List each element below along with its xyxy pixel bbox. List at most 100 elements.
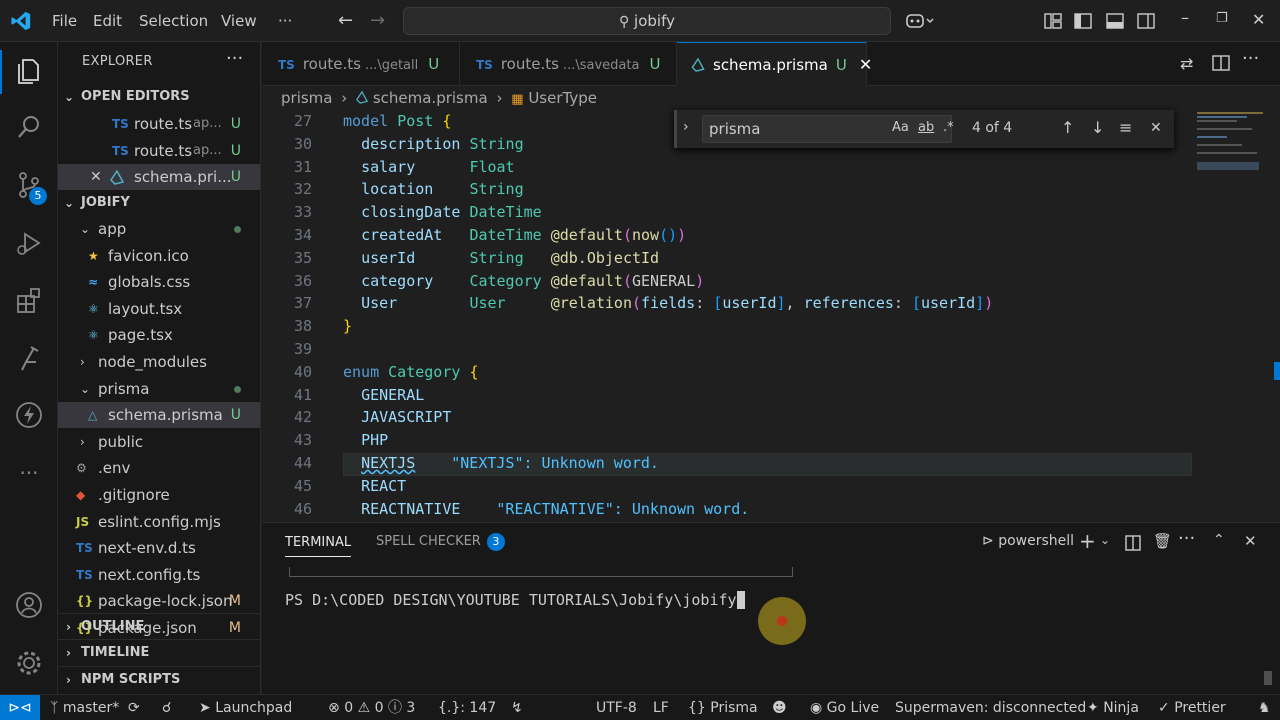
menu-selection[interactable]: Selection bbox=[139, 0, 208, 42]
tree-item[interactable]: ⌄ prisma bbox=[58, 376, 260, 402]
explorer-more-actions-icon[interactable]: ··· bbox=[226, 48, 243, 69]
panel-more-actions-icon[interactable]: ··· bbox=[1178, 528, 1195, 549]
copilot-icon[interactable] bbox=[905, 11, 935, 31]
tab-terminal[interactable]: TERMINAL bbox=[285, 535, 352, 557]
accounts-icon[interactable] bbox=[14, 590, 44, 620]
minimap[interactable] bbox=[1192, 110, 1280, 522]
maximize-panel-icon[interactable]: ⌃ bbox=[1213, 532, 1225, 548]
open-changes-icon[interactable]: ⇄ bbox=[1180, 54, 1193, 73]
tree-item[interactable]: JS eslint.config.mjs bbox=[58, 509, 260, 535]
close-window-icon[interactable]: ✕ bbox=[1252, 10, 1265, 29]
toggle-secondary-sidebar-icon[interactable] bbox=[1136, 11, 1156, 31]
code-line[interactable]: createdAt DateTime @default(now()) bbox=[343, 226, 686, 244]
extensions-icon[interactable] bbox=[14, 286, 44, 316]
code-line[interactable]: REACTNATIVE "REACTNATIVE": Unknown word. bbox=[343, 500, 749, 518]
npm-scripts-section[interactable]: › NPM SCRIPTS bbox=[58, 666, 260, 692]
tree-item[interactable]: TS next.config.ts bbox=[58, 562, 260, 588]
code-line[interactable]: } bbox=[343, 317, 352, 335]
kill-terminal-trash-icon[interactable]: 🗑 bbox=[1153, 532, 1172, 550]
menu-view[interactable]: View bbox=[221, 0, 257, 42]
supermaven-status[interactable]: Supermaven: disconnected bbox=[895, 695, 1086, 720]
previous-match-icon[interactable]: ↑ bbox=[1061, 118, 1074, 137]
close-panel-icon[interactable]: ✕ bbox=[1244, 532, 1257, 550]
tree-item[interactable]: △ schema.prisma U bbox=[58, 402, 260, 429]
tree-item[interactable]: ⌄ app bbox=[58, 216, 260, 242]
tab-schema-prisma[interactable]: schema.prisma U ✕ bbox=[677, 42, 872, 86]
open-editors-section[interactable]: ⌄ OPEN EDITORS bbox=[58, 84, 260, 110]
run-debug-icon[interactable] bbox=[14, 228, 44, 258]
code-editor[interactable]: 27 model Post {30 description String 31 sa… bbox=[262, 110, 1192, 522]
go-live[interactable]: ◉ Go Live bbox=[810, 695, 879, 720]
code-line[interactable]: model Post { bbox=[343, 112, 451, 130]
menu-more[interactable]: ··· bbox=[278, 0, 292, 42]
toggle-replace-icon[interactable]: › bbox=[683, 119, 689, 135]
ninja[interactable]: ✦ Ninja bbox=[1087, 695, 1139, 720]
copilot-status-icon[interactable]: ☻ bbox=[772, 695, 787, 720]
settings-gear-icon[interactable] bbox=[14, 648, 44, 678]
use-regex-icon[interactable]: .* bbox=[943, 120, 954, 135]
code-line[interactable]: category Category @default(GENERAL) bbox=[343, 272, 704, 290]
split-terminal-icon[interactable] bbox=[1125, 535, 1141, 551]
minimize-window-icon[interactable]: – bbox=[1181, 8, 1189, 27]
tree-item[interactable]: ★ favicon.ico bbox=[58, 243, 260, 269]
close-editor-icon[interactable]: ✕ bbox=[90, 164, 102, 190]
end-of-line[interactable]: LF bbox=[653, 695, 669, 720]
code-line[interactable]: JAVASCRIPT bbox=[343, 408, 451, 426]
explorer-icon[interactable] bbox=[14, 56, 44, 86]
notifications-bell-icon[interactable]: ♞ bbox=[1258, 695, 1271, 720]
tab-spell-checker[interactable]: SPELL CHECKER 3 bbox=[376, 533, 505, 551]
back-arrow-icon[interactable]: ← bbox=[338, 10, 353, 31]
language-mode[interactable]: {} Prisma bbox=[688, 695, 758, 720]
breadcrumb-folder[interactable]: prisma bbox=[281, 89, 332, 107]
prettier[interactable]: ✓ Prettier bbox=[1158, 695, 1226, 720]
forward-arrow-icon[interactable]: → bbox=[370, 10, 385, 31]
toggle-panel-icon[interactable] bbox=[1105, 11, 1125, 31]
find-in-selection-icon[interactable]: ≡ bbox=[1119, 118, 1132, 137]
code-line[interactable]: closingDate DateTime bbox=[343, 203, 542, 221]
menu-file[interactable]: File bbox=[52, 0, 77, 42]
match-whole-word-icon[interactable]: ab bbox=[918, 120, 934, 135]
terminal-scrollbar[interactable] bbox=[1264, 671, 1272, 685]
command-center-search[interactable]: ⚲ jobify bbox=[403, 7, 891, 35]
open-editor-item[interactable]: TS route.ts ap... U bbox=[58, 138, 260, 164]
encoding[interactable]: UTF-8 bbox=[596, 695, 637, 720]
next-match-icon[interactable]: ↓ bbox=[1091, 118, 1104, 137]
terminal-shell-selector[interactable]: ⊳ powershell bbox=[982, 533, 1074, 549]
toggle-primary-sidebar-icon[interactable] bbox=[1073, 11, 1093, 31]
code-line[interactable]: enum Category { bbox=[343, 363, 478, 381]
code-line[interactable]: location String bbox=[343, 180, 524, 198]
tab-route-savedata[interactable]: TS route.ts ...\savedata U bbox=[460, 42, 677, 86]
code-line[interactable]: userId String @db.ObjectId bbox=[343, 249, 659, 267]
jobify-project-section[interactable]: ⌄ JOBIFY bbox=[58, 190, 260, 216]
tree-item[interactable]: ◆ .gitignore bbox=[58, 482, 260, 508]
chevron-down-icon[interactable]: ⌄ bbox=[1100, 533, 1110, 547]
more-views-icon[interactable]: ··· bbox=[14, 458, 44, 488]
split-editor-icon[interactable] bbox=[1212, 54, 1230, 72]
launchpad[interactable]: ➤ Launchpad bbox=[199, 695, 292, 720]
new-terminal-icon[interactable]: + bbox=[1079, 529, 1096, 553]
customize-layout-icon[interactable] bbox=[1043, 11, 1063, 31]
tab-route-getall[interactable]: TS route.ts ...\getall U bbox=[262, 42, 460, 86]
remote-indicator-icon[interactable]: ⊳⊲ bbox=[0, 695, 40, 720]
tree-item[interactable]: TS next-env.d.ts bbox=[58, 535, 260, 561]
timeline-section[interactable]: › TIMELINE bbox=[58, 639, 260, 665]
tree-item[interactable]: › public bbox=[58, 429, 260, 455]
gitlens-icon[interactable]: ☌ bbox=[162, 695, 171, 720]
code-line[interactable]: User User @relation(fields: [userId], re… bbox=[343, 294, 993, 312]
tree-item[interactable]: ⚛ layout.tsx bbox=[58, 296, 260, 322]
search-view-icon[interactable] bbox=[14, 112, 44, 142]
tree-item[interactable]: › node_modules bbox=[58, 349, 260, 375]
terminal-prompt[interactable]: PS D:\CODED DESIGN\YOUTUBE TUTORIALS\Job… bbox=[285, 591, 755, 609]
code-line[interactable]: GENERAL bbox=[343, 386, 424, 404]
tree-item[interactable]: {} package-lock.json M bbox=[58, 588, 260, 614]
outline-section[interactable]: › OUTLINE bbox=[58, 613, 260, 639]
editor-more-actions-icon[interactable]: ··· bbox=[1242, 48, 1259, 69]
code-line[interactable]: PHP bbox=[343, 431, 388, 449]
restore-window-icon[interactable]: ❐ bbox=[1216, 11, 1228, 26]
brace-counter[interactable]: {.}: 147 bbox=[438, 695, 496, 720]
sync-icon[interactable]: ⟳ bbox=[128, 695, 140, 720]
open-editor-item[interactable]: TS route.ts ap... U bbox=[58, 111, 260, 137]
breadcrumb-symbol[interactable]: UserType bbox=[528, 89, 597, 107]
menu-edit[interactable]: Edit bbox=[93, 0, 122, 42]
close-find-icon[interactable]: ✕ bbox=[1150, 120, 1162, 136]
